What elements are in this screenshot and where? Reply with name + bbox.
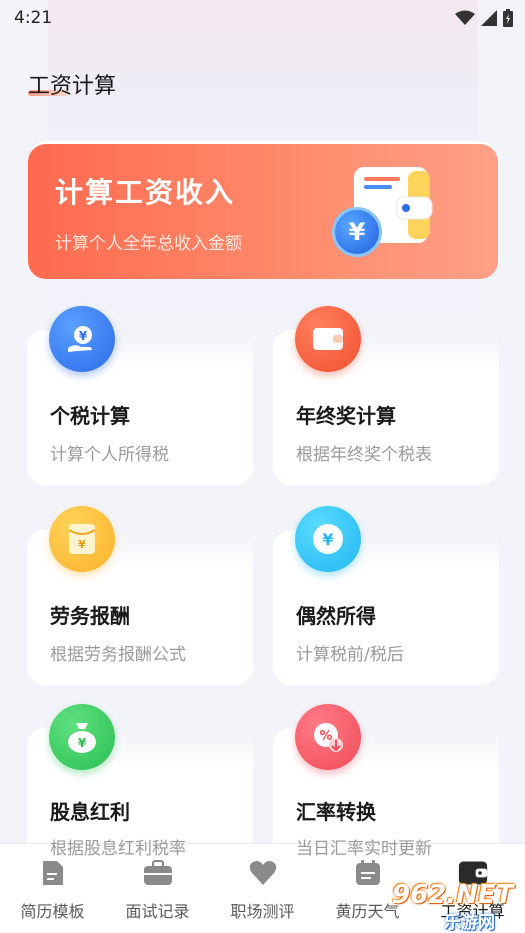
percent-exchange-icon: % [295, 704, 361, 770]
tax-calc-card[interactable]: ¥ 个税计算 计算个人所得税 [27, 306, 253, 485]
briefcase-icon [143, 858, 173, 888]
yen-coin-icon: ¥ [332, 207, 382, 257]
wallet-icon [295, 306, 361, 372]
card-subtitle: 当日汇率实时更新 [296, 839, 432, 859]
signal-icon [481, 10, 497, 26]
svg-text:¥: ¥ [322, 530, 333, 549]
coin-yen-icon: ¥ [295, 506, 361, 572]
status-time: 4:21 [14, 8, 53, 28]
card-title: 汇率转换 [296, 800, 376, 824]
card-subtitle: 根据股息红利税率 [50, 839, 186, 859]
banner-subtitle: 计算个人全年总收入金额 [55, 234, 242, 254]
card-title: 个税计算 [50, 404, 130, 428]
nav-item-salary-calc[interactable]: 工资计算 [420, 844, 525, 933]
nav-label: 黄历天气 [335, 902, 400, 921]
document-icon [38, 858, 68, 888]
incidental-income-card[interactable]: ¥ 偶然所得 计算税前/税后 [273, 506, 499, 685]
calendar-icon [353, 858, 383, 888]
nav-label: 职场测评 [230, 902, 295, 921]
svg-text:¥: ¥ [78, 736, 87, 750]
nav-label: 简历模板 [20, 902, 85, 921]
card-subtitle: 根据年终奖个税表 [296, 445, 432, 465]
labor-remuneration-card[interactable]: ¥ 劳务报酬 根据劳务报酬公式 [27, 506, 253, 685]
card-title: 劳务报酬 [50, 604, 130, 628]
money-bag-icon: ¥ [49, 704, 115, 770]
svg-text:¥: ¥ [78, 538, 86, 551]
envelope-yen-icon: ¥ [49, 506, 115, 572]
banner-title: 计算工资收入 [55, 176, 236, 209]
heart-icon [248, 858, 278, 888]
status-icons [455, 9, 513, 27]
card-subtitle: 计算个人所得税 [50, 445, 169, 465]
battery-icon [503, 9, 513, 27]
wifi-icon [455, 10, 475, 25]
card-subtitle: 计算税前/税后 [296, 645, 404, 665]
card-subtitle: 根据劳务报酬公式 [50, 645, 186, 665]
nav-label: 工资计算 [440, 902, 505, 921]
nav-label: 面试记录 [125, 902, 190, 921]
page-title: 工资计算 [28, 74, 117, 99]
card-title: 偶然所得 [296, 604, 376, 628]
wallet-icon [458, 858, 488, 888]
status-bar: 4:21 [0, 0, 525, 36]
salary-income-banner[interactable]: 计算工资收入 计算个人全年总收入金额 ¥ [28, 141, 498, 279]
hand-yen-icon: ¥ [49, 306, 115, 372]
svg-text:¥: ¥ [79, 329, 88, 343]
card-title: 股息红利 [50, 800, 130, 824]
year-end-bonus-card[interactable]: 年终奖计算 根据年终奖个税表 [273, 306, 499, 485]
card-title: 年终奖计算 [296, 404, 396, 428]
